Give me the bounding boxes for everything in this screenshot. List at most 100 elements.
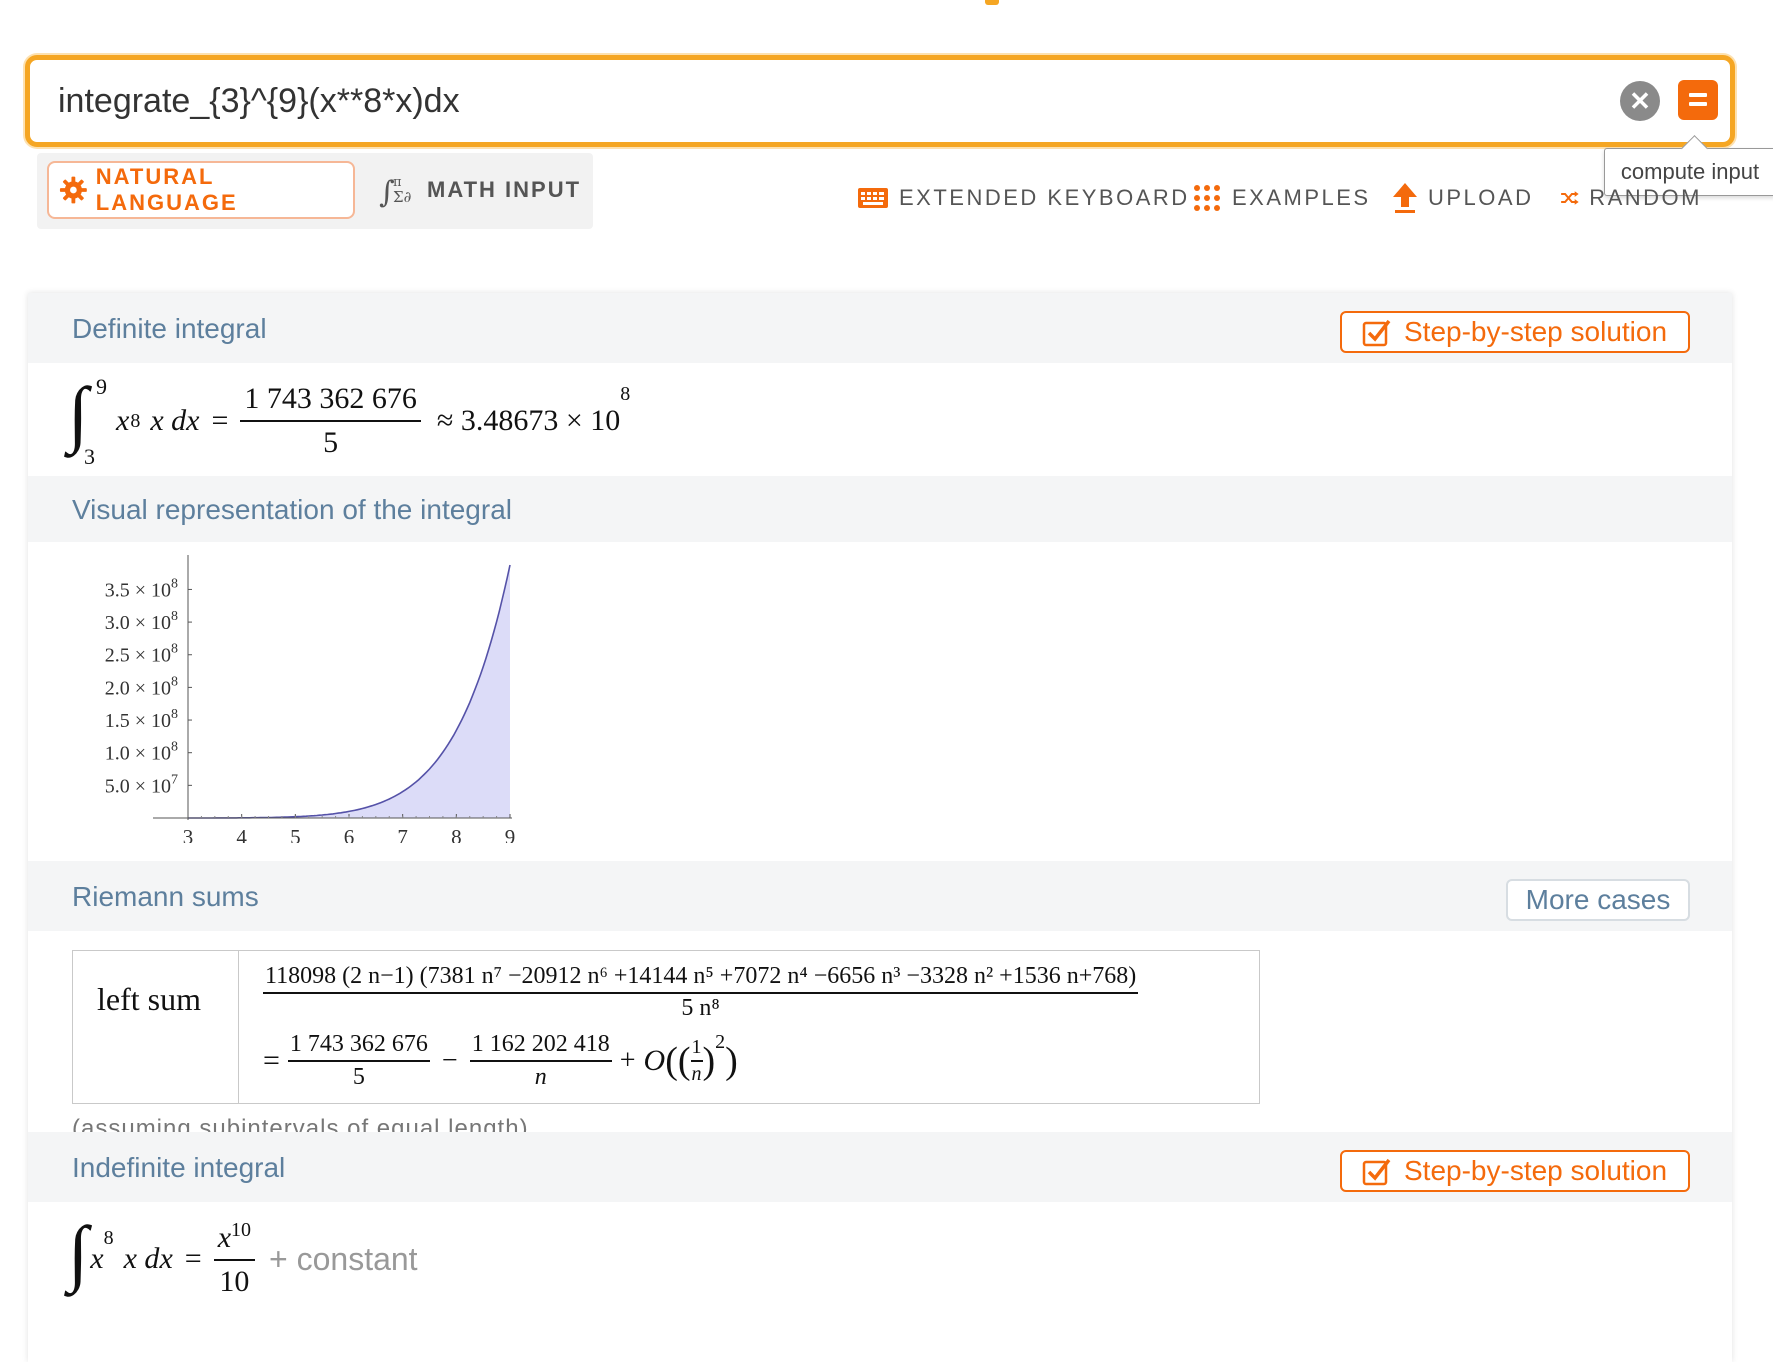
lower-limit: 3 (84, 444, 95, 469)
big-o-paren-close: ) (725, 1040, 738, 1082)
step-by-step-label-indefinite: Step-by-step solution (1404, 1155, 1668, 1186)
keyboard-icon (858, 188, 888, 208)
expansion-fraction-1-numerator: 1 743 362 676 (287, 1031, 430, 1062)
exact-denominator: 5 (323, 426, 339, 459)
pod-header-visual: Visual representation of the integral (28, 476, 1732, 542)
left-sum-expansion: = 1 743 362 676 5 − 1 162 202 418 n + O … (263, 1031, 738, 1091)
y-tick-label: 2.5 × 108 (105, 642, 178, 667)
x-tick-label: 9 (505, 825, 516, 843)
y-tick-label: 1.0 × 108 (105, 740, 178, 765)
definite-integral-result: ∫ 9 3 x 8 x d x = 1 743 362 676 5 ≈ 3.48… (68, 369, 630, 473)
big-fraction-denominator: 5 n⁸ (681, 995, 720, 1021)
upper-limit: 9 (96, 374, 107, 399)
x-tick-label: 8 (451, 825, 462, 843)
expansion-fraction-2: 1 162 202 418 n (469, 1031, 612, 1091)
expansion-fraction-1-denominator: 5 (352, 1064, 365, 1090)
random-label: RANDOM (1589, 185, 1702, 210)
indefinite-integrand-rest: x d (123, 1242, 160, 1275)
clear-input-button[interactable]: ✕ (1620, 81, 1660, 121)
equals-icon (1689, 93, 1707, 97)
indefinite-differential-var: x (159, 1242, 173, 1275)
integral-sign: ∫ 9 3 (68, 373, 107, 469)
y-tick-label: 5.0 × 107 (105, 772, 178, 797)
step-by-step-button[interactable]: Step-by-step solution (1340, 311, 1690, 353)
x-tick-label: 7 (397, 825, 408, 843)
pod-header-indefinite: Indefinite integral Step-by-step solutio… (28, 1132, 1732, 1202)
big-o-symbol: O (643, 1044, 666, 1077)
antiderivative-denominator: 10 (219, 1265, 250, 1298)
random-link[interactable]: RANDOM (1560, 178, 1702, 218)
results-panel: Definite integral Step-by-step solution … (28, 293, 1732, 1362)
exact-fraction: 1 743 362 676 5 (240, 382, 421, 460)
tab-math-input[interactable]: ∫ π Σ∂ MATH INPUT (375, 161, 585, 219)
input-mode-tabs: NATURAL LANGUAGE ∫ π Σ∂ MATH INPUT (37, 153, 593, 229)
upload-arrow-icon (1393, 183, 1417, 213)
tab-natural-language-label: NATURAL LANGUAGE (95, 164, 238, 215)
left-sum-expression: 118098 (2 n−1) (7381 n⁷ −20912 n⁶ +14144… (263, 963, 1243, 1090)
x-tick-label: 4 (236, 825, 247, 843)
big-o-paren-open: (( (665, 1040, 691, 1082)
integral-area-chart: 3 4 5 6 7 8 9 5.0 × 107 1.0 × 108 1.5 × 108 2.0 × … (105, 555, 516, 843)
compute-button[interactable] (1678, 80, 1718, 120)
gear-icon (59, 176, 87, 204)
pod-header-definite: Definite integral Step-by-step solution (28, 293, 1732, 363)
approx-exponent: 8 (620, 383, 631, 405)
equals-sign: = (211, 404, 229, 437)
antiderivative-num-base: x (217, 1221, 232, 1254)
integrand-base: x (116, 404, 130, 437)
big-o-denominator: n (691, 1063, 702, 1085)
equals-icon-bar (1689, 102, 1707, 106)
examples-link[interactable]: EXAMPLES (1192, 178, 1371, 218)
big-o-numerator: 1 (690, 1036, 703, 1062)
extended-keyboard-label: EXTENDED KEYBOARD (899, 185, 1190, 210)
indefinite-integrand-exponent: 8 (103, 1227, 114, 1249)
x-tick-label: 5 (290, 825, 301, 843)
left-sum-label: left sum (97, 981, 201, 1017)
upload-label: UPLOAD (1428, 185, 1534, 210)
step-by-step-button-indefinite[interactable]: Step-by-step solution (1340, 1150, 1690, 1192)
expansion-fraction-2-denominator: n (534, 1064, 547, 1090)
big-o-fraction: 1 n (690, 1036, 703, 1086)
antiderivative-fraction: x10 10 (213, 1219, 256, 1299)
integral-area-fill (188, 565, 510, 818)
left-sum-label-cell: left sum (73, 951, 239, 1103)
tab-natural-language[interactable]: NATURAL LANGUAGE (47, 161, 355, 219)
more-cases-button[interactable]: More cases (1506, 879, 1690, 921)
exact-numerator: 1 743 362 676 (240, 382, 421, 422)
riemann-sum-table: left sum 118098 (2 n−1) (7381 n⁷ −20912 … (72, 950, 1260, 1104)
expansion-plus: + (619, 1045, 636, 1076)
big-o-paren-inner-close: ) (702, 1040, 716, 1082)
pod-title-visual: Visual representation of the integral (72, 494, 512, 525)
pod-title-definite: Definite integral (72, 313, 267, 344)
grid-dots-icon (1194, 185, 1220, 211)
svg-text:Σ∂: Σ∂ (393, 188, 412, 206)
tab-math-input-label: MATH INPUT (427, 177, 582, 202)
search-bar: ✕ (25, 55, 1735, 147)
pod-title-riemann: Riemann sums (72, 881, 259, 912)
pod-header-riemann: Riemann sums More cases (28, 861, 1732, 931)
top-accent-mark (985, 0, 999, 5)
y-tick-label: 3.5 × 108 (105, 576, 178, 601)
expansion-fraction-1: 1 743 362 676 5 (287, 1031, 430, 1091)
extended-keyboard-link[interactable]: EXTENDED KEYBOARD (857, 178, 1190, 218)
y-tick-label: 1.5 × 108 (105, 707, 178, 732)
indefinite-integral-sign: ∫ (68, 1211, 89, 1294)
search-input[interactable] (58, 78, 1558, 124)
expansion-fraction-2-numerator: 1 162 202 418 (469, 1031, 612, 1062)
step-by-step-label: Step-by-step solution (1404, 316, 1668, 347)
checkbox-icon (1362, 319, 1391, 347)
approx-value: ≈ 3.48673 × 10 (436, 404, 621, 437)
plus-constant: + constant (269, 1240, 418, 1277)
indefinite-integrand-base: x (90, 1242, 104, 1275)
integrand-rest: x d (150, 404, 187, 437)
big-fraction: 118098 (2 n−1) (7381 n⁷ −20912 n⁶ +14144… (263, 963, 1139, 1021)
shuffle-icon (1561, 191, 1579, 205)
expansion-equals: = (263, 1044, 280, 1077)
y-tick-label: 2.0 × 108 (105, 674, 178, 699)
expansion-minus: − (441, 1045, 458, 1076)
examples-label: EXAMPLES (1232, 185, 1371, 210)
y-tick-label: 3.0 × 108 (105, 609, 178, 634)
close-icon: ✕ (1629, 86, 1651, 116)
x-tick-label: 6 (344, 825, 355, 843)
upload-link[interactable]: UPLOAD (1392, 178, 1533, 218)
